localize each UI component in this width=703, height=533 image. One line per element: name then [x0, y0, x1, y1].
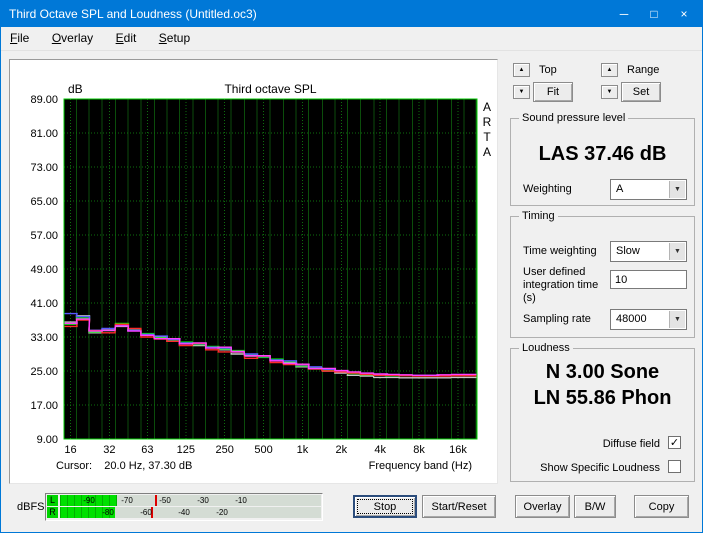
bw-button[interactable]: B/W: [574, 495, 616, 518]
minimize-button[interactable]: ─: [610, 4, 638, 24]
peak-indicator: [155, 495, 157, 506]
integration-time-label: User defined integration time (s): [523, 266, 599, 304]
y-tick-label: 41.00: [30, 298, 58, 310]
meter-scale-label: -90: [83, 496, 95, 505]
meter-scale-label: -20: [216, 508, 228, 517]
meter-scale-label: -60: [140, 508, 152, 517]
spl-group-legend: Sound pressure level: [519, 112, 629, 124]
x-tick-label: 32: [103, 444, 115, 456]
x-tick-label: 4k: [374, 444, 386, 456]
x-tick-label: 16: [64, 444, 76, 456]
title-bar[interactable]: Third Octave SPL and Loudness (Untitled.…: [1, 1, 702, 27]
timing-group: Timing Time weighting Slow ▼ User define…: [510, 210, 695, 338]
y-tick-label: 57.00: [30, 230, 58, 242]
chart-title: Third octave SPL: [224, 82, 317, 96]
x-axis-label: Frequency band (Hz): [368, 460, 472, 472]
integration-time-input[interactable]: [610, 270, 687, 289]
weighting-label: Weighting: [523, 183, 572, 195]
range-up-button[interactable]: ▲: [601, 63, 618, 77]
x-tick-label: 2k: [336, 444, 348, 456]
x-tick-label: 8k: [413, 444, 425, 456]
range-label: Range: [627, 64, 660, 76]
channel-label: L: [47, 495, 58, 506]
channel-label: R: [47, 507, 58, 518]
level-meter: L -90 -70 -50 -30 -10 R -80 -60 -40 -20: [45, 493, 323, 521]
meter-scale-label: -40: [178, 508, 190, 517]
time-weighting-value: Slow: [616, 245, 640, 257]
y-tick-label: 9.00: [37, 434, 58, 446]
sampling-rate-value: 48000: [616, 313, 647, 325]
meter-scale-label: -80: [102, 508, 114, 517]
menu-overlay[interactable]: Overlay: [43, 27, 102, 49]
x-tick-label: 500: [254, 444, 272, 456]
sampling-rate-select[interactable]: 48000 ▼: [610, 309, 687, 330]
arta-watermark: ARTA: [482, 100, 492, 159]
menu-bar: File Overlay Edit Setup: [1, 27, 702, 51]
chart-panel: 89.00 81.00 73.00 65.00 57.00 49.00 41.00 33.00…: [9, 59, 498, 484]
start-reset-button[interactable]: Start/Reset: [422, 495, 496, 518]
loudness-n-value: N 3.00 Sone: [545, 361, 660, 383]
copy-button[interactable]: Copy: [634, 495, 689, 518]
x-tick-label: 63: [141, 444, 153, 456]
set-button[interactable]: Set: [621, 82, 661, 102]
cursor-readout: Cursor: 20.0 Hz, 37.30 dB: [56, 460, 193, 472]
diffuse-field-checkbox[interactable]: ✓: [668, 436, 681, 449]
x-tick-label: 125: [177, 444, 195, 456]
meter-scale-label: -50: [159, 496, 171, 505]
time-weighting-select[interactable]: Slow ▼: [610, 241, 687, 262]
meter-scale-label: -70: [121, 496, 133, 505]
show-specific-loudness-checkbox[interactable]: [668, 460, 681, 473]
window-title: Third Octave SPL and Loudness (Untitled.…: [9, 7, 257, 21]
meter-bar: -80 -60 -40 -20: [60, 507, 321, 518]
fit-button[interactable]: Fit: [533, 82, 573, 102]
range-down-button[interactable]: ▼: [601, 85, 618, 99]
show-specific-loudness-label: Show Specific Loudness: [540, 462, 660, 474]
spl-group: Sound pressure level LAS 37.46 dB Weight…: [510, 112, 695, 206]
dropdown-arrow-icon[interactable]: ▼: [669, 243, 685, 260]
diffuse-field-label: Diffuse field: [602, 438, 660, 450]
y-tick-label: 65.00: [30, 196, 58, 208]
menu-edit[interactable]: Edit: [107, 27, 146, 49]
dbfs-label: dBFS: [17, 501, 45, 513]
spl-value: LAS 37.46 dB: [538, 143, 667, 165]
y-tick-label: 49.00: [30, 264, 58, 276]
y-tick-label: 89.00: [30, 94, 58, 106]
meter-bar: -90 -70 -50 -30 -10: [60, 495, 321, 506]
close-button[interactable]: ×: [670, 4, 698, 24]
y-tick-label: 33.00: [30, 332, 58, 344]
top-down-button[interactable]: ▼: [513, 85, 530, 99]
loudness-group-legend: Loudness: [519, 342, 573, 354]
y-tick-label: 25.00: [30, 366, 58, 378]
loudness-ln-value: LN 55.86 Phon: [533, 387, 672, 409]
stop-button[interactable]: Stop: [353, 495, 417, 518]
timing-group-legend: Timing: [519, 210, 558, 222]
x-tick-label: 16k: [449, 444, 467, 456]
spl-plot[interactable]: 89.00 81.00 73.00 65.00 57.00 49.00 41.00 33.00…: [10, 60, 499, 485]
app-window: Third Octave SPL and Loudness (Untitled.…: [0, 0, 703, 533]
top-up-button[interactable]: ▲: [513, 63, 530, 77]
y-tick-label: 81.00: [30, 128, 58, 140]
dropdown-arrow-icon[interactable]: ▼: [669, 311, 685, 328]
time-weighting-label: Time weighting: [523, 245, 597, 257]
top-label: Top: [539, 64, 557, 76]
y-tick-label: 17.00: [30, 400, 58, 412]
x-tick-label: 1k: [297, 444, 309, 456]
dropdown-arrow-icon[interactable]: ▼: [669, 181, 685, 198]
maximize-button[interactable]: □: [640, 4, 668, 24]
weighting-select[interactable]: A ▼: [610, 179, 687, 200]
loudness-group: Loudness N 3.00 Sone LN 55.86 Phon Diffu…: [510, 342, 695, 482]
menu-file[interactable]: File: [1, 27, 38, 49]
menu-setup[interactable]: Setup: [150, 27, 199, 49]
sampling-rate-label: Sampling rate: [523, 313, 591, 325]
y-tick-label: 73.00: [30, 162, 58, 174]
meter-scale-label: -10: [235, 496, 247, 505]
meter-row-l: L -90 -70 -50 -30 -10: [47, 495, 322, 506]
meter-row-r: R -80 -60 -40 -20: [47, 507, 322, 518]
meter-scale-label: -30: [197, 496, 209, 505]
overlay-button[interactable]: Overlay: [515, 495, 570, 518]
weighting-value: A: [616, 183, 624, 195]
x-tick-label: 250: [216, 444, 234, 456]
